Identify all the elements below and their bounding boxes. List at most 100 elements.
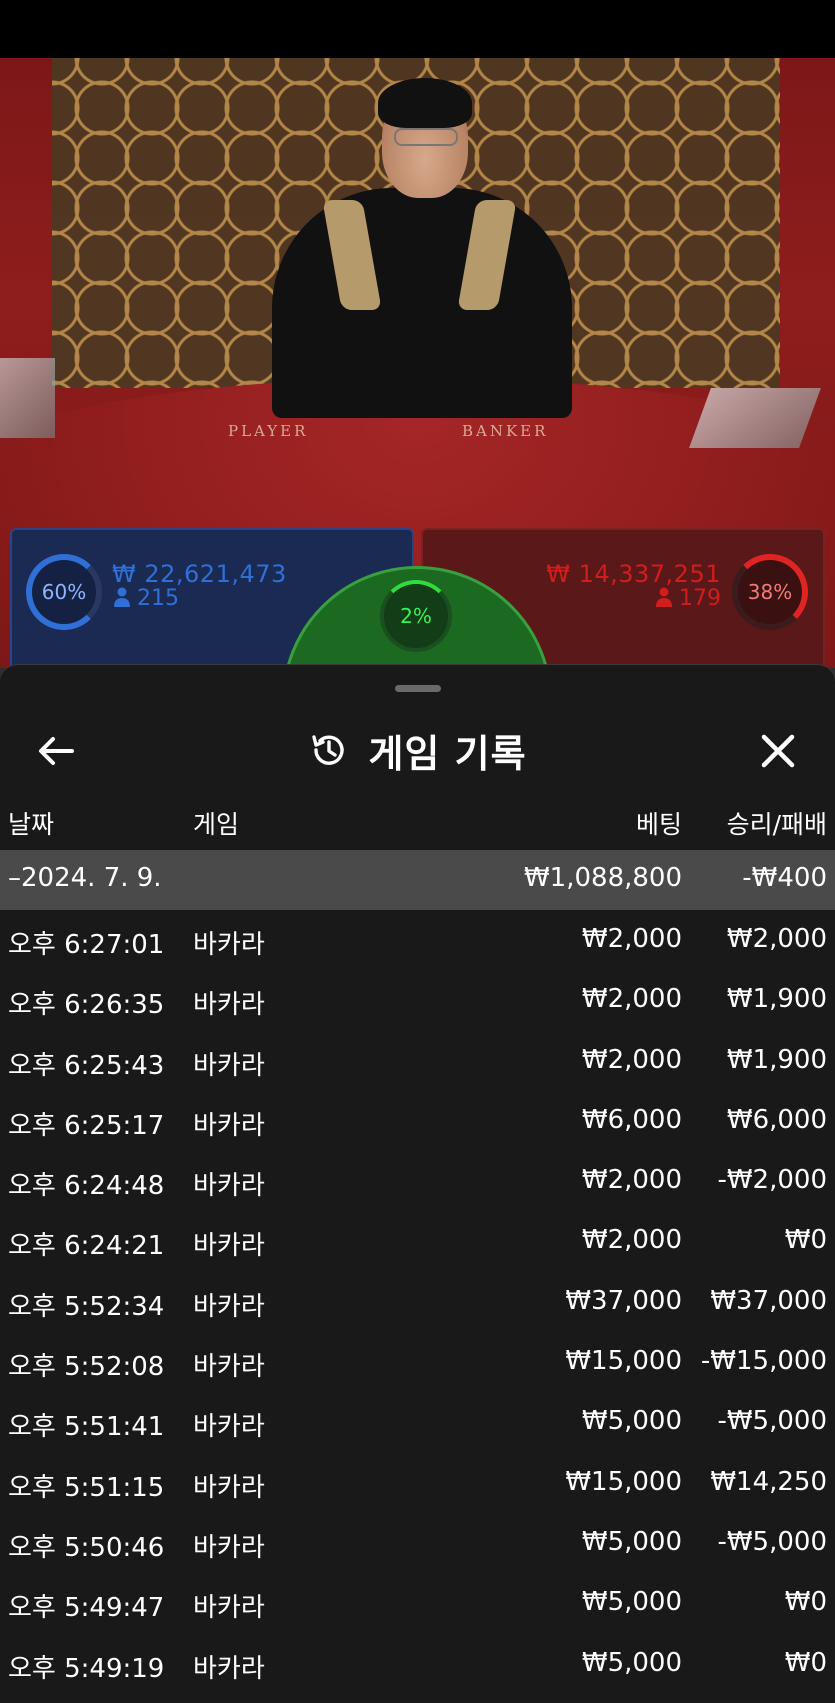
- row-bet: ₩2,000: [581, 1044, 682, 1075]
- row-bet: ₩2,000: [581, 1165, 682, 1196]
- row-game: 바카라: [193, 1412, 265, 1443]
- row-game: 바카라: [193, 1231, 265, 1262]
- row-game: 바카라: [193, 1593, 265, 1624]
- status-bar: [0, 0, 835, 58]
- date-summary-row[interactable]: –2024. 7. 9. ₩1,088,800 -₩400: [0, 850, 835, 910]
- close-button[interactable]: [750, 723, 806, 779]
- row-bet: ₩6,000: [581, 1104, 682, 1135]
- history-row[interactable]: 오후 5:52:34 바카라 ₩37,000 ₩37,000: [0, 1272, 835, 1332]
- sheet-drag-handle[interactable]: [395, 685, 441, 692]
- row-time: 오후 5:51:15: [8, 1472, 165, 1503]
- tie-percent: 2%: [400, 604, 432, 628]
- column-date: 날짜: [8, 810, 55, 839]
- row-result: -₩15,000: [700, 1346, 827, 1377]
- row-game: 바카라: [193, 1472, 265, 1503]
- column-game: 게임: [193, 810, 240, 839]
- history-row[interactable]: 오후 6:26:35 바카라 ₩2,000 ₩1,900: [0, 970, 835, 1030]
- row-bet: ₩5,000: [581, 1406, 682, 1437]
- row-time: 오후 6:25:17: [8, 1110, 165, 1141]
- row-time: 오후 6:27:01: [8, 930, 165, 960]
- banker-percent-ring: 38%: [732, 554, 808, 630]
- row-bet: ₩5,000: [581, 1647, 682, 1678]
- row-time: 오후 5:51:41: [8, 1412, 165, 1443]
- row-result: ₩2,000: [726, 924, 827, 954]
- row-bet: ₩2,000: [581, 984, 682, 1015]
- banker-bettor-count: 179: [656, 586, 721, 611]
- row-time: 오후 6:25:43: [8, 1050, 165, 1081]
- row-time: 오후 6:24:48: [8, 1171, 165, 1202]
- summary-bet: ₩1,088,800: [523, 863, 682, 893]
- row-result: ₩0: [784, 1225, 827, 1256]
- table-label-banker: BANKER: [462, 422, 549, 440]
- game-history-sheet: 게임 기록 날짜 게임 베팅 승리/패배 –2024. 7. 9. ₩1,088…: [0, 664, 835, 1703]
- row-bet: ₩2,000: [581, 1225, 682, 1256]
- history-row[interactable]: 오후 5:51:15 바카라 ₩15,000 ₩14,250: [0, 1453, 835, 1513]
- row-time: 오후 5:49:19: [8, 1653, 165, 1684]
- history-row[interactable]: 오후 6:25:17 바카라 ₩6,000 ₩6,000: [0, 1091, 835, 1151]
- card-box: [0, 358, 55, 438]
- column-bet: 베팅: [635, 810, 682, 839]
- history-column-header: 날짜 게임 베팅 승리/패배: [0, 793, 835, 849]
- row-game: 바카라: [193, 1653, 265, 1684]
- player-percent-ring: 60%: [26, 554, 102, 630]
- history-row[interactable]: 오후 6:24:21 바카라 ₩2,000 ₩0: [0, 1211, 835, 1271]
- row-result: -₩5,000: [717, 1526, 827, 1557]
- row-result: ₩0: [784, 1587, 827, 1618]
- bet-statistics: 60% ₩ 22,621,473 215 2% ₩ 14,337,251 179…: [0, 520, 835, 836]
- row-result: ₩1,900: [726, 984, 827, 1015]
- row-game: 바카라: [193, 1110, 265, 1141]
- history-row[interactable]: 오후 6:27:01 바카라 ₩2,000 ₩2,000: [0, 910, 835, 970]
- sheet-header: 게임 기록: [0, 705, 835, 795]
- history-row[interactable]: 오후 5:51:41 바카라 ₩5,000 -₩5,000: [0, 1392, 835, 1452]
- row-game: 바카라: [193, 1532, 265, 1563]
- row-result: ₩14,250: [710, 1466, 827, 1497]
- back-button[interactable]: [28, 723, 84, 779]
- row-bet: ₩5,000: [581, 1526, 682, 1557]
- row-time: 오후 5:49:47: [8, 1593, 165, 1624]
- row-time: 오후 6:24:21: [8, 1231, 165, 1262]
- column-result: 승리/패배: [726, 810, 827, 839]
- row-result: -₩5,000: [717, 1406, 827, 1437]
- banker-percent: 38%: [747, 580, 793, 604]
- row-bet: ₩15,000: [565, 1466, 682, 1497]
- player-bettor-count: 215: [114, 586, 179, 611]
- row-game: 바카라: [193, 1050, 265, 1081]
- row-game: 바카라: [193, 930, 265, 960]
- history-row[interactable]: 오후 6:24:48 바카라 ₩2,000 -₩2,000: [0, 1151, 835, 1211]
- row-result: -₩2,000: [717, 1165, 827, 1196]
- history-row[interactable]: 오후 5:49:47 바카라 ₩5,000 ₩0: [0, 1573, 835, 1633]
- person-icon: [114, 587, 130, 607]
- row-bet: ₩5,000: [581, 1587, 682, 1618]
- close-icon: [761, 734, 795, 768]
- history-list: 오후 6:27:01 바카라 ₩2,000 ₩2,000 오후 6:26:35 바카라 ₩…: [0, 910, 835, 1694]
- row-game: 바카라: [193, 990, 265, 1021]
- row-game: 바카라: [193, 1171, 265, 1202]
- row-bet: ₩15,000: [565, 1346, 682, 1377]
- history-row[interactable]: 오후 5:52:08 바카라 ₩15,000 -₩15,000: [0, 1332, 835, 1392]
- history-row[interactable]: 오후 6:25:43 바카라 ₩2,000 ₩1,900: [0, 1031, 835, 1091]
- history-row[interactable]: 오후 5:50:46 바카라 ₩5,000 -₩5,000: [0, 1513, 835, 1573]
- history-clock-icon: [312, 735, 345, 765]
- arrow-left-icon: [39, 737, 74, 765]
- summary-date: –2024. 7. 9.: [8, 863, 162, 893]
- row-result: ₩0: [784, 1647, 827, 1678]
- tie-percent-ring: 2%: [380, 580, 452, 652]
- card-shoe: [689, 388, 821, 448]
- row-bet: ₩37,000: [565, 1285, 682, 1316]
- dealer: [262, 78, 582, 418]
- history-row[interactable]: 오후 5:49:19 바카라 ₩5,000 ₩0: [0, 1634, 835, 1694]
- row-time: 오후 5:50:46: [8, 1532, 165, 1563]
- banker-bet-amount: ₩ 14,337,251: [546, 560, 721, 588]
- row-result: ₩37,000: [710, 1285, 827, 1316]
- sheet-title: 게임 기록: [368, 731, 527, 776]
- row-bet: ₩2,000: [581, 924, 682, 954]
- row-time: 오후 5:52:34: [8, 1291, 165, 1322]
- summary-result: -₩400: [742, 863, 827, 893]
- table-label-player: PLAYER: [228, 422, 309, 440]
- row-time: 오후 5:52:08: [8, 1352, 165, 1383]
- row-game: 바카라: [193, 1291, 265, 1322]
- person-icon: [656, 587, 672, 607]
- row-result: ₩6,000: [726, 1104, 827, 1135]
- row-time: 오후 6:26:35: [8, 990, 165, 1021]
- player-bet-amount: ₩ 22,621,473: [112, 560, 287, 588]
